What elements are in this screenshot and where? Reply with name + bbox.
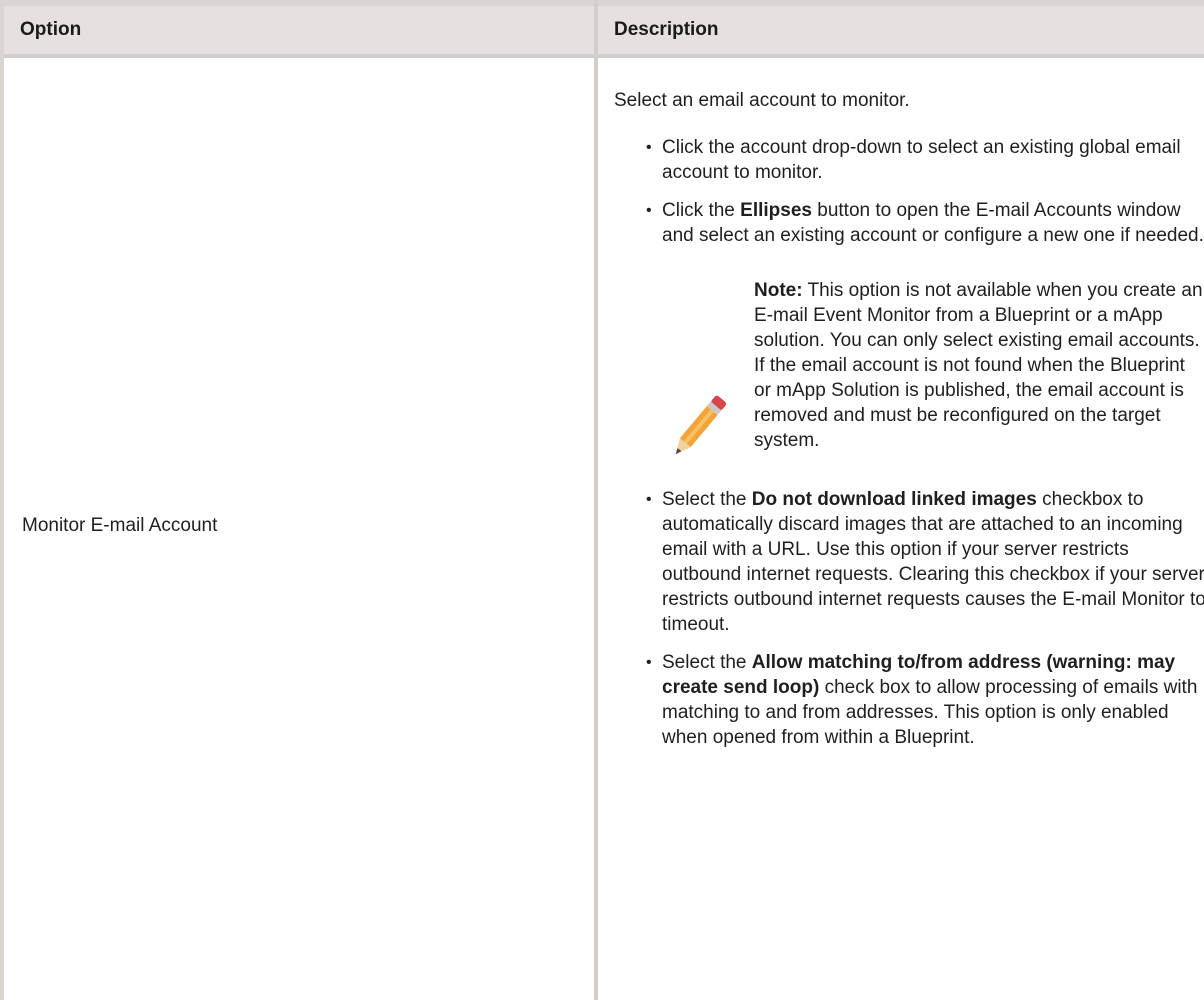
bullet-text-pre: Select the [662, 489, 752, 510]
do-not-download-term: Do not download linked images [751, 489, 1037, 510]
bullet-text-pre: Select the [662, 652, 752, 673]
note-text: This option is not available when you cr… [754, 280, 1203, 451]
ellipses-term: Ellipses [740, 200, 812, 221]
note-block: Note: This option is not available when … [614, 278, 1204, 455]
list-item: Click the Ellipses button to open the E-… [614, 198, 1204, 248]
list-item: Select the Do not download linked images… [614, 487, 1204, 637]
header-option: Option [20, 19, 82, 40]
table-header: Option Description [4, 0, 1204, 58]
column-divider [594, 0, 598, 1000]
option-name: Monitor E-mail Account [22, 515, 218, 536]
list-item: Select the Allow matching to/from addres… [614, 650, 1204, 750]
bullet-text: Click the account drop-down to select an… [662, 137, 1181, 183]
bullet-text-pre: Click the [662, 200, 741, 221]
options-table: Option Description Monitor E-mail Accoun… [0, 0, 1204, 1000]
list-item: Click the account drop-down to select an… [614, 135, 1204, 185]
note-label: Note: [754, 280, 803, 301]
bullet-text-post: checkbox to automatically discard images… [662, 489, 1204, 635]
pencil-icon [666, 386, 730, 466]
intro-text: Select an email account to monitor. [614, 90, 910, 111]
description-cell: Select an email account to monitor. Clic… [614, 88, 1204, 750]
option-list-continued: Select the Do not download linked images… [614, 487, 1204, 750]
option-list: Click the account drop-down to select an… [614, 135, 1204, 248]
header-description: Description [614, 19, 719, 40]
